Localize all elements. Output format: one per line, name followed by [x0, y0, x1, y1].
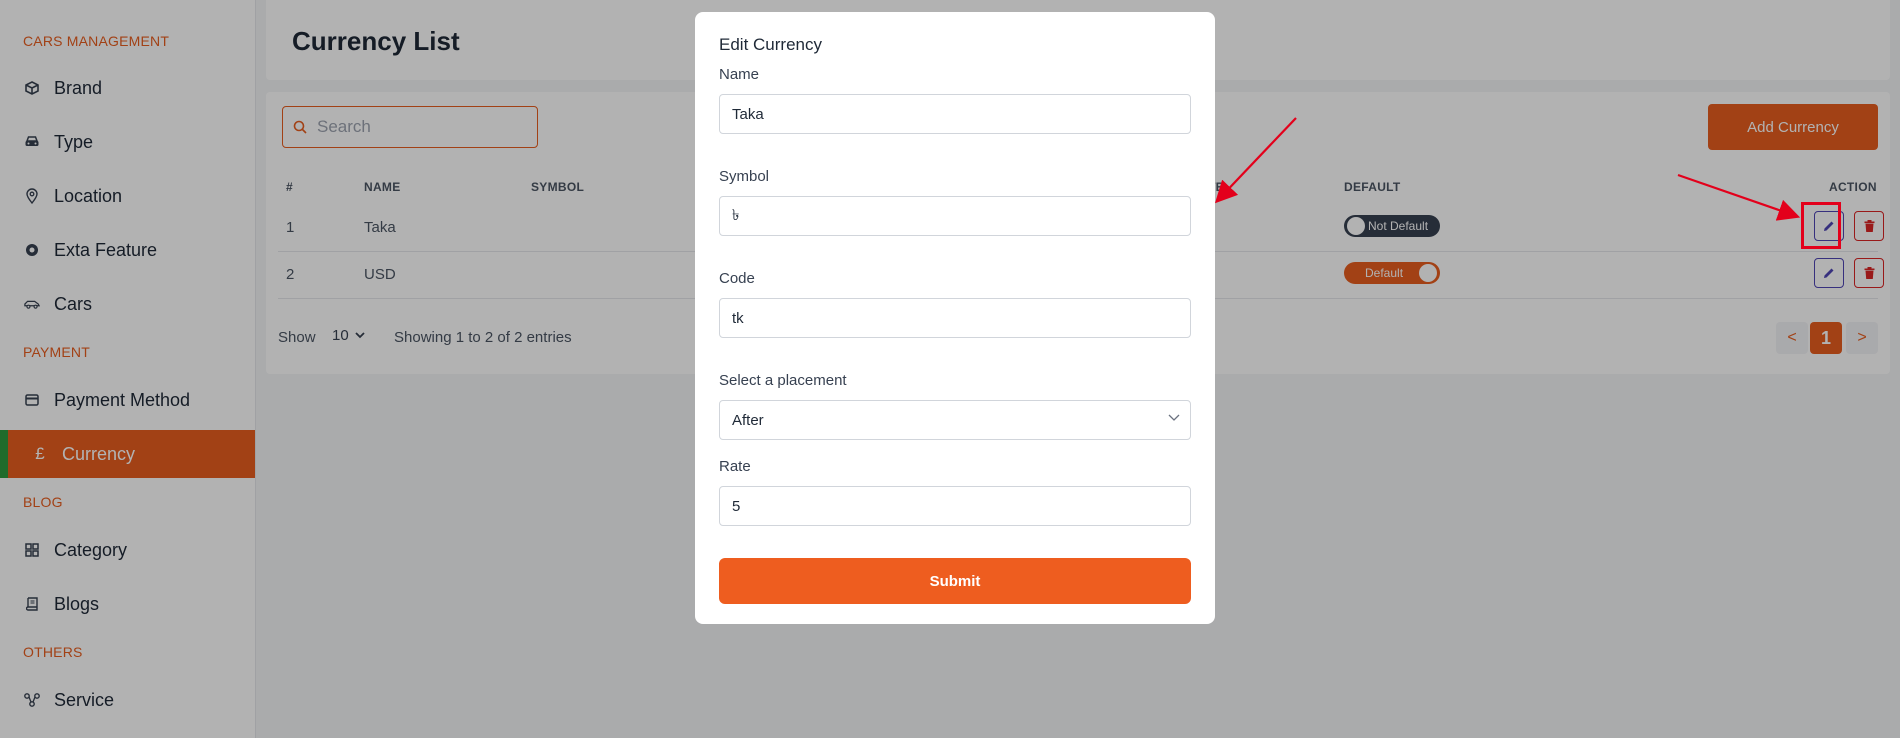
- name-input[interactable]: [719, 94, 1191, 134]
- placement-value: After: [732, 411, 764, 429]
- symbol-input[interactable]: [719, 196, 1191, 236]
- edit-currency-modal: Edit Currency Name Symbol Code Select a …: [695, 12, 1215, 624]
- placement-label: Select a placement: [719, 372, 847, 389]
- chevron-down-icon: [1168, 414, 1180, 421]
- rate-input[interactable]: [719, 486, 1191, 526]
- rate-label: Rate: [719, 458, 751, 475]
- modal-title: Edit Currency: [719, 35, 822, 54]
- symbol-label: Symbol: [719, 168, 770, 185]
- highlight-box: [1801, 202, 1841, 249]
- submit-button[interactable]: Submit: [719, 558, 1191, 604]
- code-label: Code: [719, 270, 755, 287]
- code-input[interactable]: [719, 298, 1191, 338]
- placement-select[interactable]: After: [719, 400, 1191, 440]
- name-label: Name: [719, 66, 760, 83]
